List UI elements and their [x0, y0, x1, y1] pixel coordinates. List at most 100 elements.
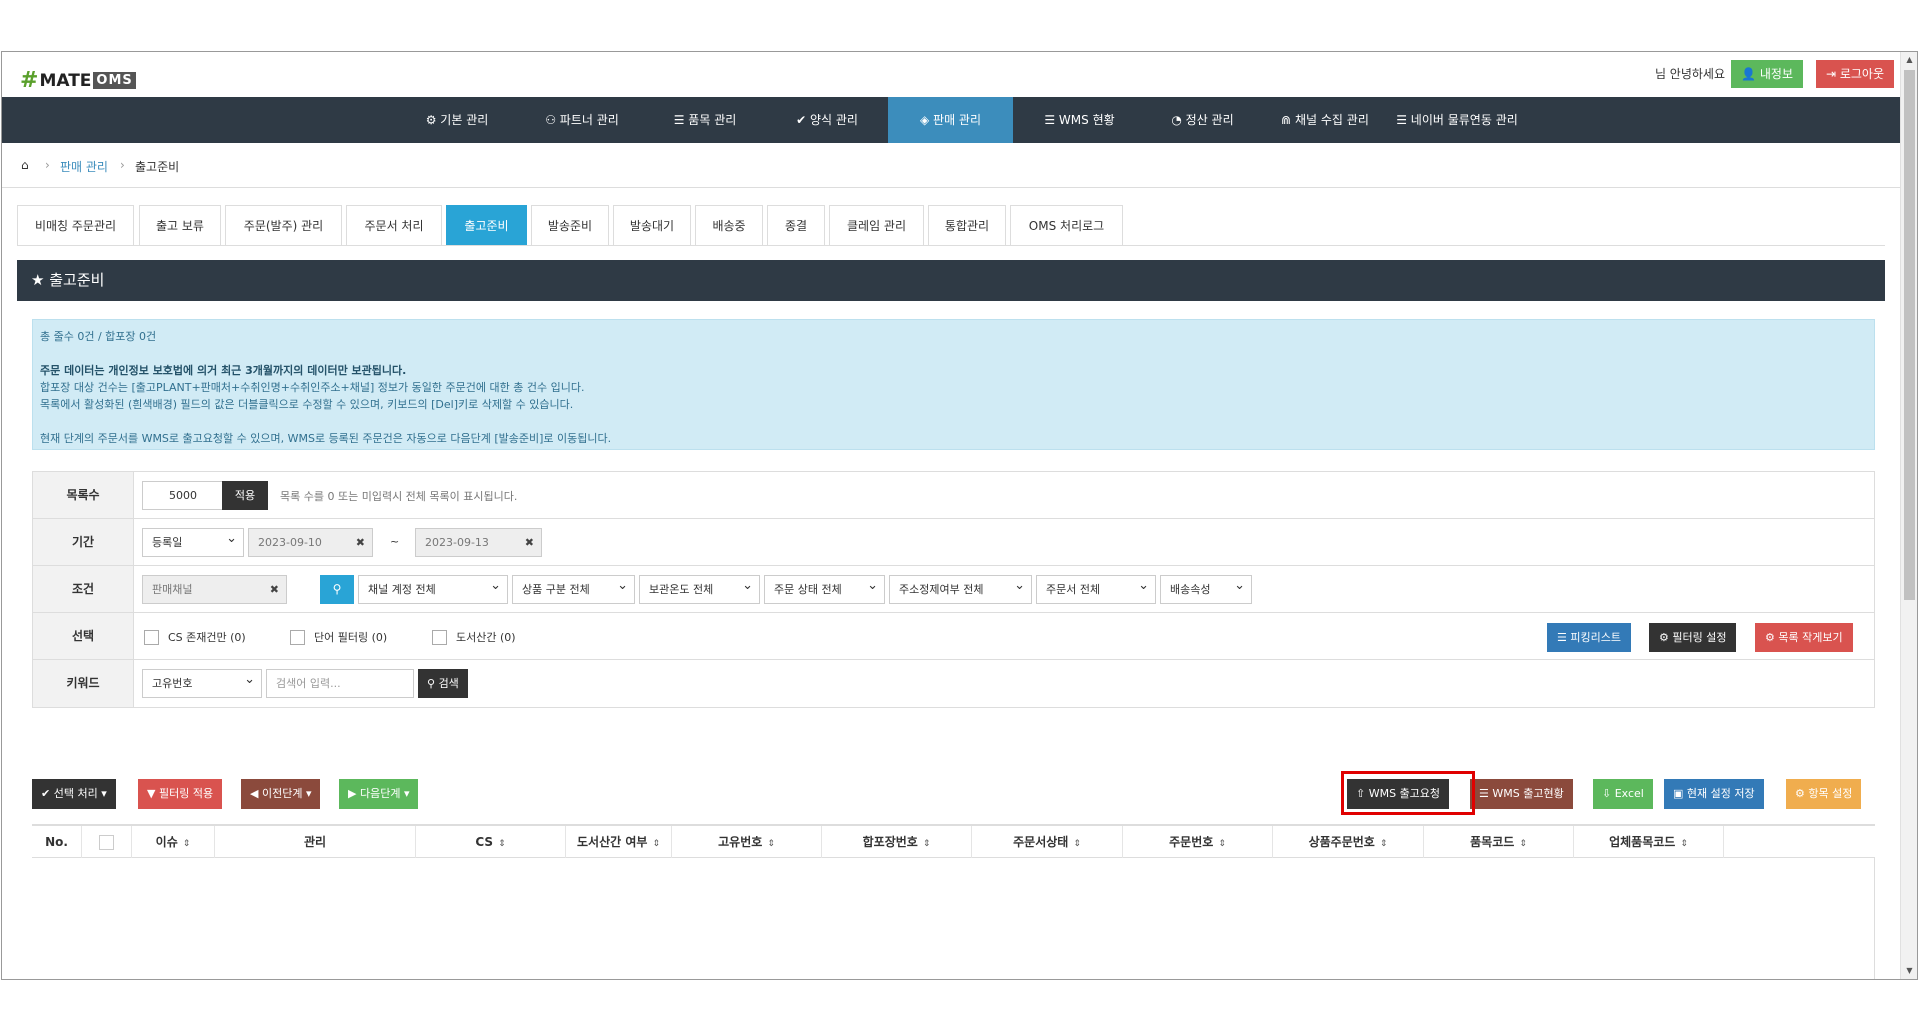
island-checkbox[interactable]: 도서산간 (0) — [432, 629, 516, 645]
item-setting-button[interactable]: ⚙ 항목 설정 — [1786, 779, 1862, 809]
count-input[interactable]: 5000 — [142, 481, 224, 510]
checkbox-box[interactable] — [144, 629, 159, 645]
nav-item-basic[interactable]: ⚙ 기본 관리 — [402, 97, 512, 143]
tab-order-process[interactable]: 주문서 처리 — [346, 205, 442, 245]
clear-icon[interactable]: ✖ — [525, 529, 534, 556]
list-icon: ☰ — [673, 113, 689, 127]
info-retention: 주문 데이터는 개인정보 보호법에 의거 최근 3개월까지의 데이터만 보관됩니… — [40, 364, 407, 377]
scroll-up-icon[interactable]: ▲ — [1901, 52, 1917, 68]
column-select-all[interactable] — [82, 826, 132, 858]
tab-claim[interactable]: 클레임 관리 — [829, 205, 924, 245]
breadcrumb-sales[interactable]: 판매 관리 — [60, 158, 108, 175]
storage-temp-select[interactable]: 보관온도 전체 — [639, 575, 760, 604]
delivery-attr-select[interactable]: 배송속성 — [1160, 575, 1252, 604]
user-icon: ⚇ — [545, 113, 560, 127]
vertical-scrollbar[interactable]: ▲ ▼ — [1900, 52, 1917, 979]
date-from-input[interactable]: 2023-09-10 ✖ — [248, 528, 373, 557]
wms-status-label: WMS 출고현황 — [1492, 787, 1564, 800]
next-step-button[interactable]: ▶ 다음단계 ▾ — [339, 779, 419, 809]
column-product-order-no[interactable]: 상품주문번호 ⇕ — [1273, 826, 1424, 858]
tab-oms-log[interactable]: OMS 처리로그 — [1010, 205, 1123, 245]
column-item-code[interactable]: 품목코드 ⇕ — [1424, 826, 1574, 858]
column-no[interactable]: No. — [32, 826, 82, 858]
excel-button[interactable]: ⇩ Excel — [1593, 779, 1653, 809]
order-sheet-select[interactable]: 주문서 전체 — [1036, 575, 1156, 604]
nav-item-label: 네이버 물류연동 관리 — [1410, 113, 1518, 127]
tab-integrated[interactable]: 통합관리 — [928, 205, 1006, 245]
tab-shipping[interactable]: 배송중 — [695, 205, 763, 245]
picking-list-button[interactable]: ☰ 피킹리스트 — [1547, 623, 1631, 652]
column-order-status[interactable]: 주문서상태 ⇕ — [972, 826, 1123, 858]
sort-icon: ⇕ — [1519, 839, 1527, 849]
filter-icon: ▼ — [147, 787, 159, 800]
check-icon: ✔ — [796, 113, 810, 127]
cs-only-checkbox[interactable]: CS 존재건만 (0) — [144, 629, 246, 645]
column-order-no[interactable]: 주문번호 ⇕ — [1123, 826, 1273, 858]
period-type-select[interactable]: 등록일 — [142, 528, 244, 557]
nav-item-wms[interactable]: ☰ WMS 현황 — [1022, 97, 1137, 143]
column-label: 이슈 — [155, 835, 178, 849]
item-setting-label: 항목 설정 — [1808, 787, 1853, 800]
nav-item-label: 채널 수집 관리 — [1295, 113, 1369, 127]
order-status-select[interactable]: 주문 상태 전체 — [764, 575, 885, 604]
nav-item-channel[interactable]: ⋒ 채널 수집 관리 — [1270, 97, 1380, 143]
date-to-input[interactable]: 2023-09-13 ✖ — [415, 528, 542, 557]
caret-down-icon: ▾ — [97, 787, 107, 800]
nav-item-product[interactable]: ☰ 품목 관리 — [650, 97, 760, 143]
keyword-input[interactable]: 검색어 입력... — [266, 669, 414, 698]
filter-apply-button[interactable]: ▼ 필터링 적용 — [138, 779, 223, 809]
tab-send-ready[interactable]: 발송준비 — [531, 205, 609, 245]
home-icon[interactable]: ⌂ — [21, 158, 29, 172]
breadcrumb: ⌂ › 판매 관리 › 출고준비 — [2, 143, 1900, 188]
nav-item-partner[interactable]: ⚇ 파트너 관리 — [522, 97, 642, 143]
prev-step-button[interactable]: ◀ 이전단계 ▾ — [241, 779, 321, 809]
select-process-button[interactable]: ✔ 선택 처리 ▾ — [32, 779, 116, 809]
checkbox-box[interactable] — [432, 629, 447, 645]
select-all-checkbox[interactable] — [99, 835, 114, 850]
apply-button[interactable]: 적용 — [222, 481, 268, 510]
product-type-select[interactable]: 상품 구분 전체 — [512, 575, 635, 604]
scroll-down-icon[interactable]: ▼ — [1901, 963, 1917, 979]
tab-closed[interactable]: 종결 — [767, 205, 825, 245]
small-view-button[interactable]: ⚙ 목록 작게보기 — [1755, 623, 1853, 652]
column-cs[interactable]: CS ⇕ — [416, 826, 566, 858]
my-info-button[interactable]: 👤 내정보 — [1731, 60, 1803, 88]
rss-icon: ⋒ — [1281, 113, 1295, 127]
word-filter-checkbox[interactable]: 단어 필터링 (0) — [290, 629, 387, 645]
date-from-value: 2023-09-10 — [258, 536, 322, 549]
action-bar: ✔ 선택 처리 ▾ ▼ 필터링 적용 ◀ 이전단계 ▾ ▶ 다음단계 ▾ ⇧ W… — [32, 779, 1875, 809]
nav-item-settlement[interactable]: ◔ 정산 관리 — [1145, 97, 1260, 143]
column-label: 고유번호 — [718, 835, 763, 849]
wms-status-button[interactable]: ☰ WMS 출고현황 — [1470, 779, 1573, 809]
filter-setting-button[interactable]: ⚙ 필터링 설정 — [1649, 623, 1737, 652]
logout-button[interactable]: ⇥ 로그아웃 — [1815, 60, 1894, 88]
address-refine-select[interactable]: 주소정제여부 전체 — [889, 575, 1032, 604]
logo[interactable]: # MATE OMS — [20, 68, 136, 93]
tab-order[interactable]: 주문(발주) 관리 — [225, 205, 342, 245]
column-issue[interactable]: 이슈 ⇕ — [132, 826, 215, 858]
column-island[interactable]: 도서산간 여부 ⇕ — [566, 826, 672, 858]
column-unique-no[interactable]: 고유번호 ⇕ — [672, 826, 822, 858]
section-title: 출고준비 — [49, 271, 105, 289]
tab-unmatched[interactable]: 비매칭 주문관리 — [17, 205, 134, 245]
tab-hold[interactable]: 출고 보류 — [139, 205, 221, 245]
keyword-type-select[interactable]: 고유번호 — [142, 669, 262, 698]
column-vendor-item-code[interactable]: 업체품목코드 ⇕ — [1574, 826, 1724, 858]
channel-input[interactable]: 판매채널 ✖ — [142, 575, 287, 604]
nav-item-form[interactable]: ✔ 양식 관리 — [772, 97, 882, 143]
filter-row-keyword: 키워드 고유번호 검색어 입력... ⚲ 검색 — [33, 660, 1874, 707]
scrollbar-thumb[interactable] — [1904, 70, 1915, 600]
highlight-box — [1341, 771, 1475, 815]
search-button[interactable]: ⚲ 검색 — [418, 669, 468, 698]
save-setting-button[interactable]: ▣ 현재 설정 저장 — [1664, 779, 1764, 809]
clear-icon[interactable]: ✖ — [356, 529, 365, 556]
channel-account-select[interactable]: 채널 계정 전체 — [358, 575, 508, 604]
search-icon[interactable]: ⚲ — [320, 575, 354, 604]
tab-send-wait[interactable]: 발송대기 — [613, 205, 691, 245]
nav-item-sales[interactable]: ◈ 판매 관리 — [888, 97, 1013, 143]
column-merge-no[interactable]: 합포장번호 ⇕ — [822, 826, 972, 858]
checkbox-box[interactable] — [290, 629, 305, 645]
nav-item-naver[interactable]: ☰ 네이버 물류연동 관리 — [1382, 97, 1532, 143]
tab-ship-ready[interactable]: 출고준비 — [446, 205, 527, 245]
clear-icon[interactable]: ✖ — [270, 576, 279, 603]
